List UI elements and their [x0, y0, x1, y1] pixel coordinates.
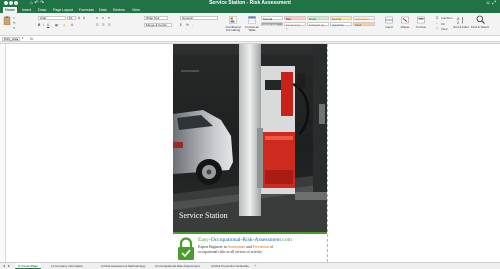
title-bar: ⌂ ↶ ↷ Service Station - Risk Assessment …: [0, 0, 500, 7]
paste-icon[interactable]: [3, 16, 11, 25]
next-sheet-icon[interactable]: ▸: [8, 263, 10, 269]
add-sheet-icon[interactable]: +: [254, 263, 256, 269]
sheet-tab-cover-page[interactable]: 0. Cover Page: [15, 263, 41, 269]
merge-center-button[interactable]: Merge & Center: [144, 23, 172, 27]
grow-font-icon[interactable]: A: [78, 16, 80, 20]
tagline-prevention: Prevention: [252, 245, 270, 249]
find-select-icon[interactable]: [476, 15, 485, 24]
copy-icon[interactable]: ⎘: [13, 21, 16, 25]
cell-style-calculation[interactable]: Calculation: [353, 16, 375, 21]
brand-name: Easy-Occupational-Risk-Assessment.com: [198, 237, 292, 243]
svg-text:Z: Z: [457, 21, 460, 24]
ribbon: ✂ ⎘ ✎ Arial 10 A A B I U ▦ ◆ A ≡ ≡ ≡ ☰ ☰…: [0, 13, 500, 36]
clear-label[interactable]: Clear: [441, 27, 448, 31]
insert-cells-icon[interactable]: [385, 16, 393, 24]
align-right-icon[interactable]: ☰: [108, 23, 111, 27]
cover-page: Service Station Easy-Occupational-Risk-A…: [173, 44, 327, 262]
underline-button[interactable]: U: [47, 23, 49, 27]
tagline-of: of: [269, 245, 274, 249]
cell-style-normal[interactable]: Normal: [261, 16, 283, 21]
shrink-font-icon[interactable]: A: [83, 16, 85, 20]
name-box-dropdown-icon[interactable]: ▾: [22, 36, 24, 40]
cell-style-good[interactable]: Good: [307, 16, 329, 21]
cell-style-followed-hy[interactable]: Followed Hy...: [307, 22, 329, 27]
excel-window: ⌂ ↶ ↷ Service Station - Risk Assessment …: [0, 0, 500, 269]
align-center-icon[interactable]: ☰: [102, 23, 105, 27]
sheet-tab-bar: ◂ ▸ 0. Cover Page 1) Company information…: [0, 262, 500, 269]
align-bottom-icon[interactable]: ≡: [108, 16, 110, 20]
format-as-table-icon[interactable]: [248, 16, 256, 24]
tagline-line-2: occupational risks in all sectors of act…: [198, 250, 263, 254]
sort-filter-icon[interactable]: AZ: [457, 16, 465, 24]
insert-label[interactable]: Insert: [381, 25, 397, 29]
autosum-icon[interactable]: Σ: [436, 15, 438, 20]
currency-icon[interactable]: $: [180, 23, 182, 27]
tagline-and: and: [245, 245, 253, 249]
cell-style-explanatory-t[interactable]: Explanatory T...: [284, 22, 306, 31]
tagline-line-1: Expert Engineer in Assessment and Preven…: [198, 245, 273, 249]
fx-icon[interactable]: fx: [30, 36, 33, 41]
find-select-label[interactable]: Find & Select: [471, 25, 489, 29]
sheet-tab-occupational-risk-assessment[interactable]: 3) Occupational Risk Assessment: [152, 263, 203, 269]
tagline-assessment: Assessment: [227, 245, 246, 249]
delete-cells-icon[interactable]: [401, 16, 409, 24]
brand-part-2: Occupational-Risk-Assessment: [210, 237, 281, 243]
format-painter-icon[interactable]: ✎: [13, 26, 16, 30]
sheet-tab-company-information[interactable]: 1) Company information: [48, 263, 86, 269]
cell-style-check-cell[interactable]: Check Cell: [261, 22, 283, 27]
fill-label[interactable]: Fill: [441, 22, 445, 26]
sort-filter-label[interactable]: Sort & Filter: [453, 25, 469, 29]
sheet-tab-risk-prevention-schedule[interactable]: 4) Risk Prevention Schedule: [208, 263, 252, 269]
bold-button[interactable]: B: [38, 23, 40, 27]
prev-sheet-icon[interactable]: ◂: [3, 263, 5, 269]
font-color-icon[interactable]: A: [71, 23, 73, 27]
cell-style-bad[interactable]: Bad: [284, 16, 306, 21]
align-middle-icon[interactable]: ≡: [102, 16, 104, 20]
cut-icon[interactable]: ✂: [13, 16, 16, 20]
tagline-text: Expert Engineer in: [198, 245, 228, 249]
brand-part-3: .com: [280, 237, 293, 243]
cell-style-neutral[interactable]: Neutral: [330, 16, 352, 21]
padlock-logo-icon: [178, 237, 194, 260]
brand-banner: Easy-Occupational-Risk-Assessment.com Ex…: [173, 232, 327, 262]
fill-color-icon[interactable]: ◆: [63, 23, 65, 27]
format-as-table-label[interactable]: Format as Table: [244, 25, 260, 33]
fill-down-icon[interactable]: ↓: [436, 21, 438, 25]
borders-icon[interactable]: ▦: [55, 23, 58, 27]
service-station-photo: [173, 44, 327, 232]
number-format-select[interactable]: General: [180, 16, 218, 20]
conditional-formatting-label[interactable]: Conditional Formatting: [222, 25, 244, 33]
cell-style-hyperlink[interactable]: Hyperlink: [330, 22, 352, 27]
clear-icon[interactable]: ◇: [436, 26, 438, 30]
window-title: Service Station - Risk Assessment: [209, 0, 291, 6]
format-cells-icon[interactable]: [417, 16, 425, 24]
cover-title: Service Station: [179, 211, 228, 220]
font-name-select[interactable]: Arial: [38, 16, 66, 20]
font-size-select[interactable]: 10: [67, 16, 76, 20]
percent-icon[interactable]: %: [186, 23, 189, 27]
account-icons[interactable]: ☺ ⤢: [486, 0, 497, 7]
conditional-formatting-icon[interactable]: [229, 16, 237, 24]
sheet-tab-risk-assessment-methodology[interactable]: 2) Risk Assessment Methodology: [98, 263, 148, 269]
align-left-icon[interactable]: ☰: [96, 23, 99, 27]
cell-style-input[interactable]: Input: [353, 22, 375, 27]
comma-icon[interactable]: ,: [192, 23, 193, 27]
wrap-text-button[interactable]: Wrap Text: [144, 16, 168, 20]
row-header-strip: [0, 44, 6, 262]
autosum-label[interactable]: AutoSum: [441, 16, 453, 20]
align-top-icon[interactable]: ≡: [96, 16, 98, 20]
brand-part-1: Easy-: [198, 237, 211, 243]
format-label[interactable]: Format: [413, 25, 429, 29]
name-box[interactable]: Print_Area: [2, 37, 20, 41]
delete-label[interactable]: Delete: [397, 25, 413, 29]
italic-button[interactable]: I: [43, 23, 44, 27]
